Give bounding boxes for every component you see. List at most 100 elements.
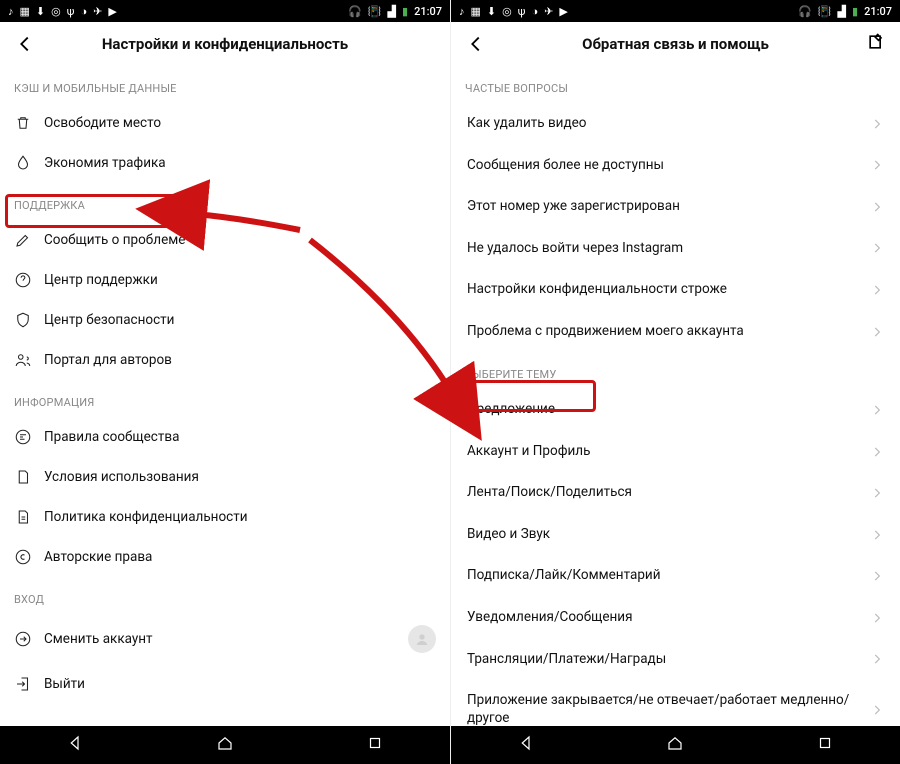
phone-right: ♪ ▦ ⬇ ◎ ψ ◑ ✈ ▶ 🎧 📳 ▟ ▮ 21:07 Обратная с…: [450, 0, 900, 764]
guidelines-icon: [14, 428, 32, 446]
chevron-right-icon: [870, 200, 884, 214]
doc-icon: [14, 468, 32, 486]
faq-number-registered[interactable]: Этот номер уже зарегистрирован: [451, 186, 900, 228]
topic-crash-slow-other[interactable]: Приложение закрывается/не отвечает/работ…: [451, 680, 900, 726]
topic-live-payments-rewards[interactable]: Трансляции/Платежи/Награды: [451, 639, 900, 681]
back-button[interactable]: [465, 33, 487, 55]
people-icon: [14, 351, 32, 369]
chevron-right-icon: [870, 528, 884, 542]
item-guidelines[interactable]: Правила сообщества: [0, 417, 450, 457]
section-cache: КЭШ И МОБИЛЬНЫЕ ДАННЫЕ: [0, 66, 450, 103]
faq-messages-unavailable[interactable]: Сообщения более не доступны: [451, 145, 900, 187]
battery-icon: ▮: [402, 5, 408, 18]
topic-follow-like-comment[interactable]: Подписка/Лайк/Комментарий: [451, 555, 900, 597]
item-data-saver[interactable]: Экономия трафика: [0, 143, 450, 183]
faq-privacy-stricter[interactable]: Настройки конфиденциальности строже: [451, 269, 900, 311]
item-privacy[interactable]: Политика конфиденциальности: [0, 497, 450, 537]
chevron-right-icon: [870, 283, 884, 297]
topic-feed-search-share[interactable]: Лента/Поиск/Поделиться: [451, 472, 900, 514]
topic-suggestion[interactable]: Предложение: [451, 389, 900, 431]
vibrate-icon: 📳: [818, 5, 832, 18]
tiktok-icon: ♪: [459, 5, 465, 18]
faq-instagram-login[interactable]: Не удалось войти через Instagram: [451, 228, 900, 270]
vibrate-icon: 📳: [368, 5, 382, 18]
account-icon: ◑: [80, 5, 87, 18]
trash-icon: [14, 114, 32, 132]
copyright-icon: [14, 548, 32, 566]
nav-recent[interactable]: [816, 734, 834, 756]
item-safety-center[interactable]: Центр безопасности: [0, 300, 450, 340]
signal-icon: ▟: [838, 5, 846, 18]
clock: 21:07: [414, 5, 442, 18]
avatar: [408, 625, 436, 653]
app-header-right: Обратная связь и помощь: [451, 22, 900, 66]
chevron-right-icon: [870, 117, 884, 131]
help-icon: [14, 271, 32, 289]
item-creator-portal[interactable]: Портал для авторов: [0, 340, 450, 380]
usb-icon: ψ: [518, 5, 526, 18]
gallery-icon: ▦: [471, 5, 481, 18]
chevron-right-icon: [870, 325, 884, 339]
topic-notifications-messages[interactable]: Уведомления/Сообщения: [451, 597, 900, 639]
chevron-right-icon: [870, 569, 884, 583]
pencil-icon: [14, 231, 32, 249]
tiktok-icon: ♪: [8, 5, 14, 18]
item-logout[interactable]: Выйти: [0, 664, 450, 704]
item-free-space[interactable]: Освободите место: [0, 103, 450, 143]
section-support: ПОДДЕРЖКА: [0, 183, 450, 220]
play-icon: ▶: [108, 5, 116, 18]
chevron-right-icon: [870, 652, 884, 666]
item-terms[interactable]: Условия использования: [0, 457, 450, 497]
item-switch-account[interactable]: Сменить аккаунт: [0, 614, 450, 664]
nav-recent[interactable]: [366, 734, 384, 756]
account-icon: ◑: [531, 5, 538, 18]
section-info: ИНФОРМАЦИЯ: [0, 380, 450, 417]
play-icon: ▶: [559, 5, 567, 18]
battery-icon: ▮: [852, 5, 858, 18]
download-icon: ⬇: [487, 5, 496, 18]
nav-home[interactable]: [216, 734, 234, 756]
item-help-center[interactable]: Центр поддержки: [0, 260, 450, 300]
chevron-right-icon: [870, 403, 884, 417]
phone-left: ♪ ▦ ⬇ ◎ ψ ◑ ✈ ▶ 🎧 📳 ▟ ▮ 21:07 Настройки …: [0, 0, 450, 764]
section-faq: ЧАСТЫЕ ВОПРОСЫ: [451, 66, 900, 103]
headphones-icon: 🎧: [348, 5, 362, 18]
chevron-right-icon: [870, 703, 884, 717]
back-button[interactable]: [14, 33, 36, 55]
android-navbar: [0, 726, 450, 764]
drop-icon: [14, 154, 32, 172]
chevron-right-icon: [870, 486, 884, 500]
content-left: КЭШ И МОБИЛЬНЫЕ ДАННЫЕ Освободите место …: [0, 66, 450, 726]
status-bar: ♪ ▦ ⬇ ◎ ψ ◑ ✈ ▶ 🎧 📳 ▟ ▮ 21:07: [451, 0, 900, 22]
content-right: ЧАСТЫЕ ВОПРОСЫ Как удалить видео Сообщен…: [451, 66, 900, 726]
usb-icon: ψ: [67, 5, 75, 18]
headphones-icon: 🎧: [798, 5, 812, 18]
compose-button[interactable]: [866, 32, 886, 56]
topic-video-sound[interactable]: Видео и Звук: [451, 514, 900, 556]
app-header-left: Настройки и конфиденциальность: [0, 22, 450, 66]
faq-promotion-problem[interactable]: Проблема с продвижением моего аккаунта: [451, 311, 900, 353]
topic-account-profile[interactable]: Аккаунт и Профиль: [451, 431, 900, 473]
nav-back[interactable]: [517, 734, 535, 756]
nav-back[interactable]: [66, 734, 84, 756]
chevron-right-icon: [870, 445, 884, 459]
page-title: Обратная связь и помощь: [451, 35, 900, 53]
signal-icon: ▟: [388, 5, 396, 18]
switch-icon: [14, 630, 32, 648]
doc2-icon: [14, 508, 32, 526]
page-title: Настройки и конфиденциальность: [0, 35, 450, 53]
shield-icon: [14, 311, 32, 329]
telegram-icon: ✈: [93, 5, 102, 18]
section-topic: ВЫБЕРИТЕ ТЕМУ: [451, 352, 900, 389]
chevron-right-icon: [870, 611, 884, 625]
item-copyright[interactable]: Авторские права: [0, 537, 450, 577]
faq-delete-video[interactable]: Как удалить видео: [451, 103, 900, 145]
chevron-right-icon: [870, 158, 884, 172]
nav-home[interactable]: [666, 734, 684, 756]
android-navbar: [451, 726, 900, 764]
clock: 21:07: [864, 5, 892, 18]
telegram-icon: ✈: [544, 5, 553, 18]
item-report-problem[interactable]: Сообщить о проблеме: [0, 220, 450, 260]
gallery-icon: ▦: [20, 5, 30, 18]
section-login: ВХОД: [0, 577, 450, 614]
